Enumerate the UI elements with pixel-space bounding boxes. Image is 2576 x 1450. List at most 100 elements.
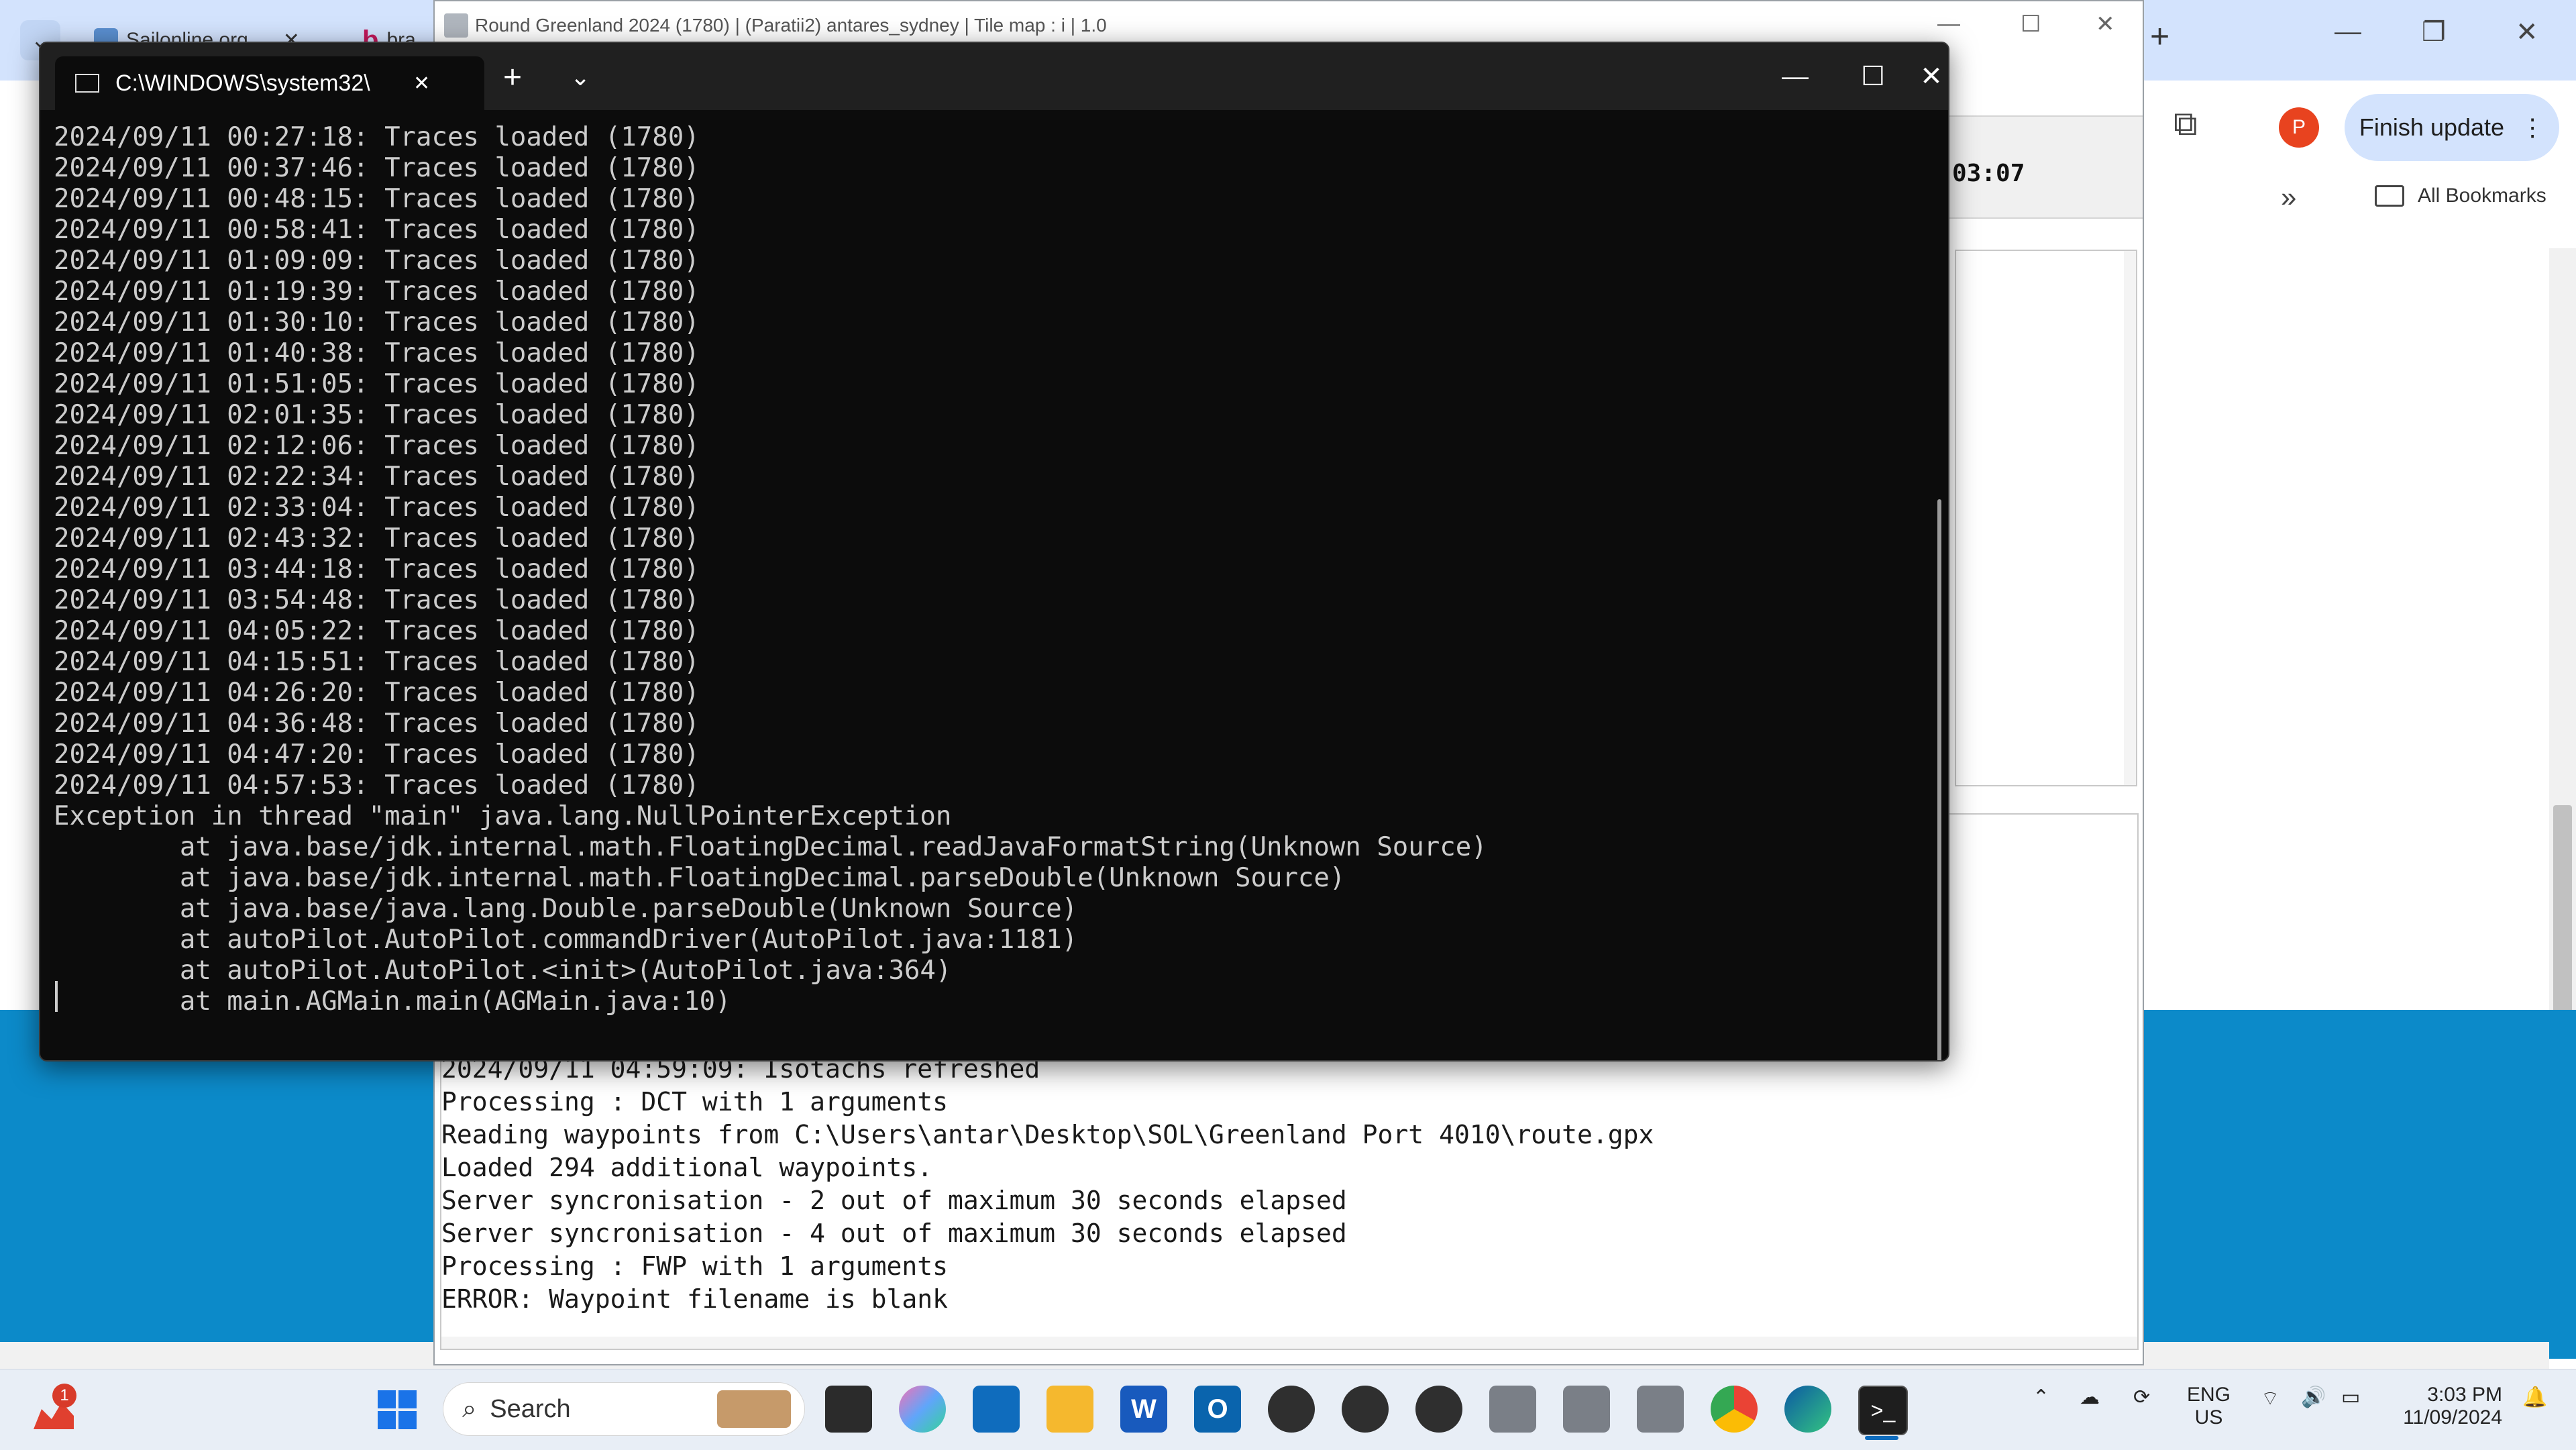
new-tab-button[interactable]: + — [2150, 17, 2169, 56]
chevron-down-icon[interactable]: ⌄ — [570, 63, 590, 91]
volume-icon[interactable]: 🔊 — [2301, 1386, 2326, 1409]
sailing-app-icon[interactable] — [1342, 1386, 1389, 1433]
clock[interactable]: 3:03 PM 11/09/2024 — [2395, 1384, 2502, 1429]
active-app-indicator — [1865, 1436, 1898, 1440]
chevron-double-right-icon[interactable]: » — [2281, 181, 2296, 213]
file-explorer-icon[interactable] — [1046, 1386, 1093, 1433]
terminal-line: 2024/09/11 00:27:18: Traces loaded (1780… — [54, 122, 700, 152]
new-tab-button[interactable]: + — [503, 59, 522, 96]
finish-update-button[interactable]: Finish update ⋮ — [2345, 94, 2559, 161]
java-app-icon[interactable] — [1489, 1386, 1536, 1433]
folder-icon — [2375, 185, 2404, 207]
log-line: Server syncronisation - 4 out of maximum… — [441, 1219, 1347, 1248]
maximize-icon[interactable]: ☐ — [1835, 43, 1911, 110]
terminal-line: 2024/09/11 02:43:32: Traces loaded (1780… — [54, 523, 700, 554]
maximize-icon[interactable]: ☐ — [2021, 11, 2041, 38]
profile-avatar[interactable]: P — [2279, 107, 2319, 148]
race-clock: 03:07 — [1952, 160, 2025, 187]
language-indicator[interactable]: ENG US — [2187, 1384, 2231, 1429]
terminal-tab[interactable]: C:\WINDOWS\system32\ ✕ — [55, 56, 484, 110]
terminal-line: 2024/09/11 01:40:38: Traces loaded (1780… — [54, 338, 700, 368]
edge-icon[interactable] — [1784, 1386, 1831, 1433]
region-label: US — [2194, 1406, 2223, 1429]
terminal-line: 2024/09/11 00:37:46: Traces loaded (1780… — [54, 153, 700, 183]
terminal-line: 2024/09/11 00:58:41: Traces loaded (1780… — [54, 215, 700, 245]
copilot-icon[interactable] — [899, 1386, 946, 1433]
terminal-line: 2024/09/11 00:48:15: Traces loaded (1780… — [54, 184, 700, 214]
side-pane-upper — [1955, 250, 2137, 786]
java-app-icon[interactable] — [1637, 1386, 1684, 1433]
terminal-line: 2024/09/11 02:22:34: Traces loaded (1780… — [54, 462, 700, 492]
all-bookmarks-button[interactable]: All Bookmarks — [2375, 185, 2546, 207]
wifi-icon[interactable]: ⌔ — [2261, 1386, 2279, 1411]
terminal-line: at autoPilot.AutoPilot.<init>(AutoPilot.… — [54, 955, 952, 986]
language-label: ENG — [2187, 1384, 2231, 1406]
terminal-line: at java.base/java.lang.Double.parseDoubl… — [54, 894, 1078, 924]
log-horizontal-scrollbar[interactable] — [441, 1337, 2137, 1349]
terminal-line: Exception in thread "main" java.lang.Nul… — [54, 801, 952, 831]
terminal-line: 2024/09/11 04:36:48: Traces loaded (1780… — [54, 709, 700, 739]
sailing-app-icon[interactable] — [1415, 1386, 1462, 1433]
close-tab-icon[interactable]: ✕ — [413, 72, 430, 95]
terminal-line: 2024/09/11 04:05:22: Traces loaded (1780… — [54, 616, 700, 646]
log-line: ERROR: Waypoint filename is blank — [441, 1284, 948, 1314]
terminal-app-icon[interactable]: >_ — [1858, 1386, 1908, 1435]
terminal-icon — [75, 74, 99, 93]
chevron-up-icon[interactable]: ⌃ — [2033, 1386, 2049, 1409]
terminal-line: 2024/09/11 01:30:10: Traces loaded (1780… — [54, 307, 700, 338]
more-vert-icon: ⋮ — [2520, 113, 2545, 141]
clock-time: 3:03 PM — [2427, 1384, 2502, 1406]
notifications-icon[interactable]: 🔔 — [2522, 1386, 2547, 1409]
task-view-icon[interactable] — [825, 1386, 872, 1433]
extensions-icon[interactable]: ⧉ — [2174, 104, 2198, 144]
store-icon[interactable] — [973, 1386, 1020, 1433]
java-app-icon[interactable] — [1563, 1386, 1610, 1433]
terminal-line: at java.base/jdk.internal.math.FloatingD… — [54, 863, 1346, 893]
log-line: Processing : DCT with 1 arguments — [441, 1087, 948, 1117]
log-line: Loaded 294 additional waypoints. — [441, 1153, 933, 1182]
search-label: Search — [490, 1394, 571, 1423]
outlook-icon[interactable]: O — [1194, 1386, 1241, 1433]
terminal-output: 2024/09/11 00:27:18: Traces loaded (1780… — [54, 122, 1948, 1060]
terminal-line: 2024/09/11 02:12:06: Traces loaded (1780… — [54, 431, 700, 461]
notification-badge: 1 — [52, 1384, 76, 1408]
log-line: Processing : FWP with 1 arguments — [441, 1251, 948, 1281]
close-window-icon[interactable]: ✕ — [2516, 17, 2538, 48]
finish-update-label: Finish update — [2359, 113, 2505, 141]
all-bookmarks-label: All Bookmarks — [2418, 185, 2546, 207]
terminal-scrollbar[interactable] — [1937, 499, 1941, 1060]
sync-icon[interactable]: ⟳ — [2133, 1386, 2150, 1409]
terminal-line: 2024/09/11 01:19:39: Traces loaded (1780… — [54, 276, 700, 307]
word-icon[interactable]: W — [1120, 1386, 1167, 1433]
onedrive-icon[interactable]: ☁ — [2080, 1386, 2100, 1409]
minimize-icon[interactable]: — — [1758, 43, 1833, 110]
search-highlight-icon — [717, 1390, 791, 1428]
terminal-line: 2024/09/11 02:33:04: Traces loaded (1780… — [54, 493, 700, 523]
terminal-line: 2024/09/11 02:01:35: Traces loaded (1780… — [54, 400, 700, 430]
terminal-line: 2024/09/11 04:47:20: Traces loaded (1780… — [54, 739, 700, 770]
chrome-icon[interactable] — [1711, 1386, 1758, 1433]
terminal-line: at java.base/jdk.internal.math.FloatingD… — [54, 832, 1487, 862]
start-button[interactable] — [378, 1390, 417, 1429]
notification-widget[interactable]: 1 — [34, 1384, 80, 1431]
sailing-app-icon[interactable] — [1268, 1386, 1315, 1433]
java-window-title: Round Greenland 2024 (1780) | (Paratii2)… — [475, 15, 1107, 36]
terminal-line: at main.AGMain.main(AGMain.java:10) — [54, 986, 731, 1017]
terminal-line: 2024/09/11 04:26:20: Traces loaded (1780… — [54, 678, 700, 708]
close-window-icon[interactable]: ✕ — [1912, 43, 1948, 110]
side-pane-scrollbar[interactable] — [2124, 251, 2136, 785]
terminal-line: at autoPilot.AutoPilot.commandDriver(Aut… — [54, 925, 1078, 955]
close-window-icon[interactable]: ✕ — [2096, 11, 2115, 38]
terminal-line: 2024/09/11 01:51:05: Traces loaded (1780… — [54, 369, 700, 399]
restore-icon[interactable]: ❐ — [2422, 17, 2446, 48]
minimize-icon[interactable]: — — [1937, 11, 1960, 37]
minimize-icon[interactable]: — — [2334, 17, 2361, 47]
terminal-window: C:\WINDOWS\system32\ ✕ + ⌄ — ☐ ✕ 2024/09… — [39, 42, 1949, 1061]
taskbar-search[interactable]: ⌕ Search — [443, 1382, 805, 1436]
terminal-cursor — [55, 981, 58, 1012]
terminal-line: 2024/09/11 03:44:18: Traces loaded (1780… — [54, 554, 700, 584]
java-app-icon — [444, 13, 468, 38]
search-icon: ⌕ — [462, 1394, 477, 1423]
battery-icon[interactable]: ▭ — [2341, 1386, 2360, 1409]
windows-logo-icon — [378, 1390, 396, 1408]
